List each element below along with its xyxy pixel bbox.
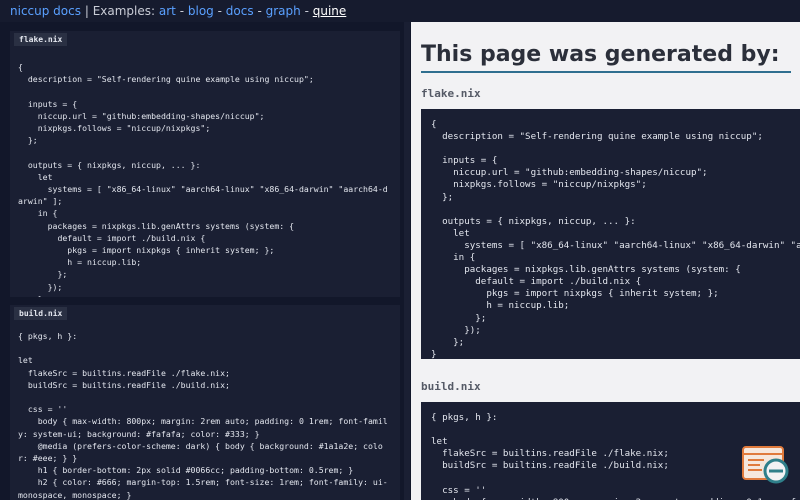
nav-link-docs[interactable]: docs bbox=[226, 4, 254, 18]
nav-link-blog[interactable]: blog bbox=[188, 4, 214, 18]
nav-dash: - bbox=[179, 4, 185, 18]
build-heading: build.nix bbox=[421, 380, 481, 393]
flake-source-code: { description = "Self-rendering quine ex… bbox=[18, 62, 388, 297]
nav-link-graph[interactable]: graph bbox=[266, 4, 301, 18]
title-underline bbox=[421, 71, 791, 73]
flake-rendered-code: { description = "Self-rendering quine ex… bbox=[431, 119, 800, 359]
flake-heading: flake.nix bbox=[421, 87, 481, 100]
nav-dash: - bbox=[217, 4, 222, 18]
flake-source-panel: flake.nix { description = "Self-renderin… bbox=[10, 31, 400, 297]
nav-link-niccup-docs[interactable]: niccup docs bbox=[10, 4, 81, 18]
nav-dash: - bbox=[257, 4, 262, 18]
nav-separator: | bbox=[84, 4, 89, 18]
flake-code-block: { description = "Self-rendering quine ex… bbox=[421, 109, 800, 359]
pane-divider[interactable] bbox=[404, 22, 410, 500]
nav-link-quine[interactable]: quine bbox=[313, 4, 347, 18]
build-file-tab[interactable]: build.nix bbox=[14, 307, 68, 320]
nav-link-art[interactable]: art bbox=[159, 4, 176, 18]
rendered-pane[interactable]: This page was generated by: flake.nix { … bbox=[411, 22, 800, 500]
flake-file-tab[interactable]: flake.nix bbox=[14, 33, 68, 46]
build-source-code: { pkgs, h }: let flakeSrc = builtins.rea… bbox=[18, 331, 388, 500]
code-window-icon-svg bbox=[742, 446, 789, 484]
nav-dash: - bbox=[304, 4, 309, 18]
source-pane[interactable]: flake.nix { description = "Self-renderin… bbox=[0, 22, 410, 500]
top-nav: niccup docs | Examples: art - blog - doc… bbox=[0, 0, 800, 22]
page-title: This page was generated by: bbox=[421, 42, 780, 67]
code-window-icon[interactable] bbox=[742, 446, 790, 486]
build-source-panel: build.nix { pkgs, h }: let flakeSrc = bu… bbox=[10, 305, 400, 500]
nav-examples-label: Examples: bbox=[92, 4, 156, 18]
